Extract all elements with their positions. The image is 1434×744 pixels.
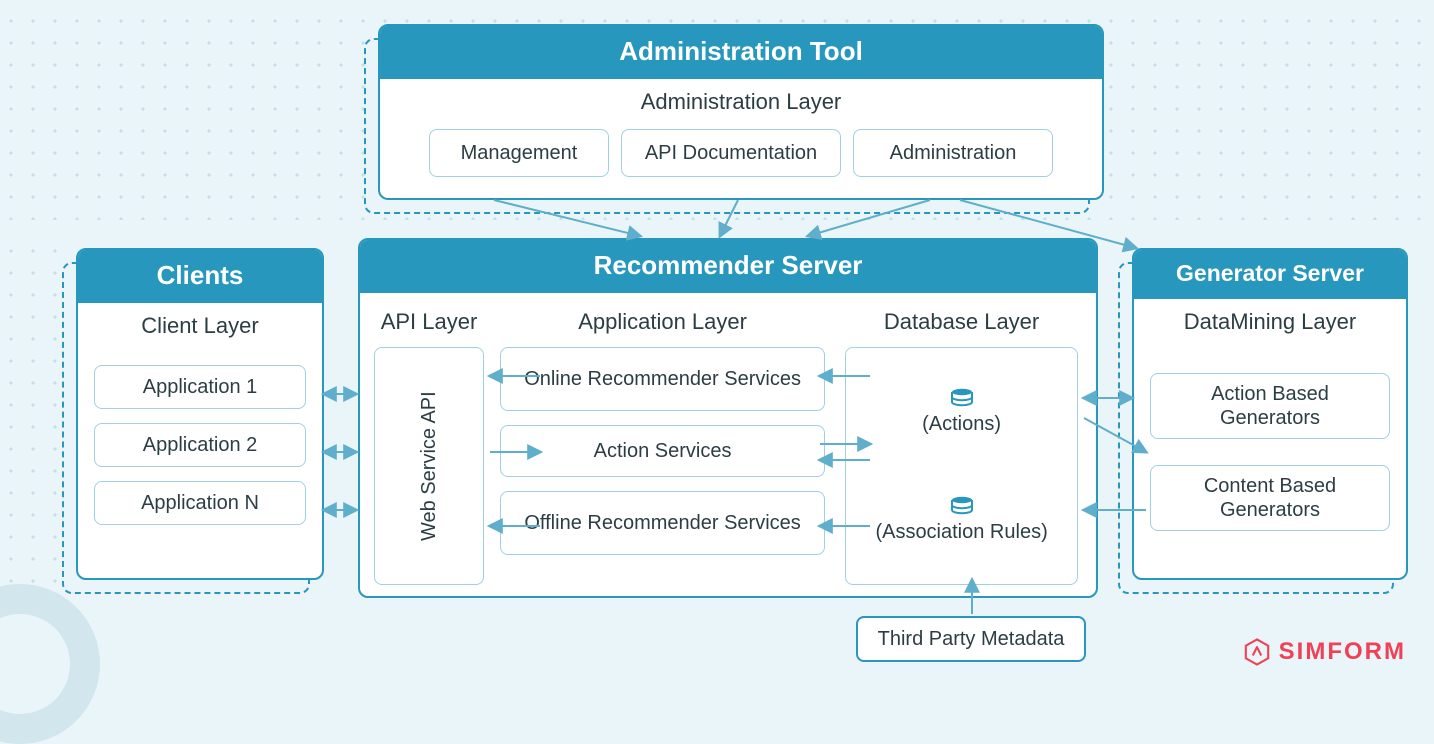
app-offline-rec: Offline Recommender Services (500, 491, 825, 555)
database-icon (950, 388, 974, 408)
db-rules-label: (Association Rules) (875, 521, 1047, 543)
admin-layer-label: Administration Layer (380, 79, 1102, 123)
admin-item-management: Management (429, 129, 609, 177)
recommender-title: Recommender Server (360, 240, 1096, 293)
admin-item-administration: Administration (853, 129, 1053, 177)
db-actions-group: (Actions) (922, 388, 1001, 436)
admin-item-apidoc: API Documentation (621, 129, 841, 177)
third-party-box: Third Party Metadata (856, 616, 1086, 662)
clients-layer-label: Client Layer (78, 303, 322, 347)
admin-items: Management API Documentation Administrat… (380, 123, 1102, 191)
brand-text: SIMFORM (1279, 638, 1406, 666)
generator-layer-label: DataMining Layer (1134, 299, 1406, 343)
db-rules-group: (Association Rules) (875, 496, 1047, 544)
api-layer-label: API Layer (374, 299, 484, 343)
brand-logo: SIMFORM (1243, 638, 1406, 666)
generator-title: Generator Server (1134, 250, 1406, 299)
db-layer-label: Database Layer (841, 299, 1082, 343)
brand-icon (1243, 638, 1271, 666)
client-app-1: Application 1 (94, 365, 306, 409)
recommender-panel: Recommender Server API Layer Web Service… (358, 238, 1098, 598)
database-icon (950, 496, 974, 516)
app-action-svc: Action Services (500, 425, 825, 477)
gen-action-based: Action Based Generators (1150, 373, 1390, 439)
clients-title: Clients (78, 250, 322, 303)
db-box: (Actions) (Association Rules) (845, 347, 1078, 585)
clients-panel: Clients Client Layer Application 1 Appli… (76, 248, 324, 580)
app-layer-label: Application Layer (494, 299, 831, 343)
app-online-rec: Online Recommender Services (500, 347, 825, 411)
bg-ring (0, 584, 100, 744)
generator-panel: Generator Server DataMining Layer Action… (1132, 248, 1408, 580)
admin-title: Administration Tool (380, 26, 1102, 79)
admin-panel: Administration Tool Administration Layer… (378, 24, 1104, 200)
client-app-n: Application N (94, 481, 306, 525)
gen-content-based: Content Based Generators (1150, 465, 1390, 531)
client-app-2: Application 2 (94, 423, 306, 467)
bg-dots-left (0, 240, 60, 590)
api-box: Web Service API (374, 347, 484, 585)
db-actions-label: (Actions) (922, 413, 1001, 435)
